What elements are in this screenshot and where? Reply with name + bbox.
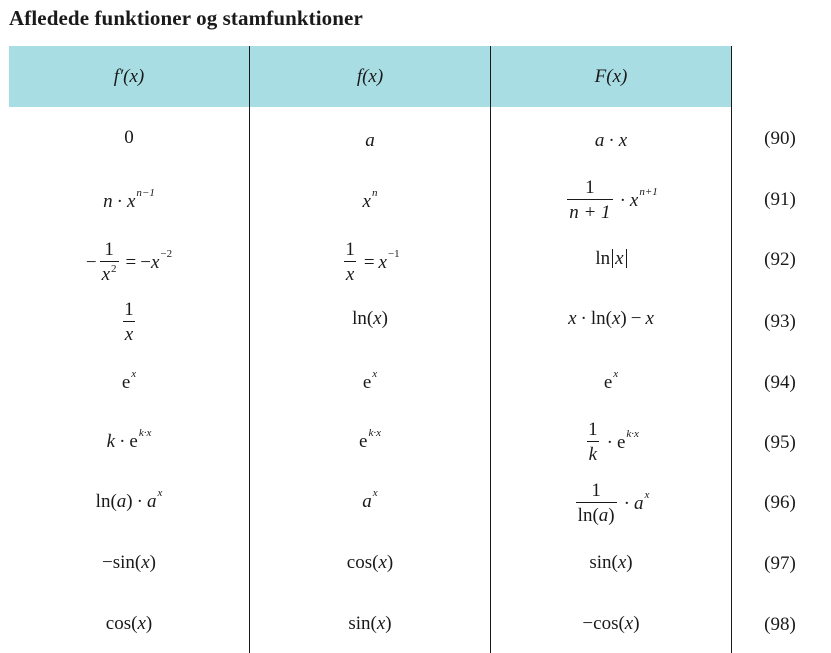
page-title: Afledede funktioner og stamfunktioner bbox=[9, 6, 363, 30]
table-cell-function: ax bbox=[362, 486, 378, 512]
table-cell-function: e k·x bbox=[359, 426, 381, 452]
table-cell-derivative: k · e k·x bbox=[106, 426, 152, 452]
fraction: 1 k bbox=[586, 419, 600, 465]
table-cell-derivative: cos(x) bbox=[105, 612, 153, 634]
fraction: 1 ln(a) bbox=[575, 480, 617, 526]
table-cell-antiderivative: a · x bbox=[594, 129, 628, 151]
equation-number: (92) bbox=[764, 249, 796, 270]
table-cell-function: xn bbox=[362, 186, 378, 212]
equation-number: (93) bbox=[764, 311, 796, 332]
header-antiderivative: F(x) bbox=[594, 66, 628, 87]
table-cell-derivative: − 1 x2 = − x −2 bbox=[85, 239, 173, 285]
table-cell-antiderivative: sin(x) bbox=[589, 551, 633, 573]
table-cell-derivative: ex bbox=[121, 367, 137, 393]
header-derivative: f′(x) bbox=[113, 66, 145, 87]
equation-number: (90) bbox=[764, 128, 796, 149]
table-cell-function: 1 x = x −1 bbox=[343, 239, 400, 285]
fraction: 1 x2 bbox=[99, 239, 119, 285]
table-cell-function: sin(x) bbox=[348, 612, 392, 634]
table-cell-derivative: −sin(x) bbox=[102, 551, 156, 573]
table-cell-function: cos(x) bbox=[346, 551, 394, 573]
table-cell-derivative: 1 x bbox=[9, 294, 249, 350]
table-cell-derivative: ln(a) · a x bbox=[95, 486, 163, 512]
table-cell-antiderivative: 1 ln(a) · a x bbox=[575, 480, 650, 526]
header-function: f(x) bbox=[356, 66, 384, 87]
table-cell-function: ln(x) bbox=[352, 307, 388, 329]
table-cell-derivative: 0 bbox=[124, 126, 134, 148]
table-cell-derivative: n · x n−1 bbox=[103, 186, 155, 212]
table-cell-antiderivative: 1 n + 1 · x n+1 bbox=[567, 177, 658, 223]
equation-number: (96) bbox=[764, 492, 796, 513]
table-cell-antiderivative: x · ln(x) − x bbox=[568, 307, 654, 329]
table-cell-antiderivative: ex bbox=[603, 367, 619, 393]
equation-number: (94) bbox=[764, 372, 796, 393]
equation-number: (97) bbox=[764, 553, 796, 574]
table-cell-antiderivative: 1 k · e k·x bbox=[586, 419, 639, 465]
table-cell-function: ex bbox=[362, 367, 378, 393]
column-divider bbox=[731, 46, 732, 653]
equation-number: (98) bbox=[764, 614, 796, 635]
table-cell-antiderivative: ln x bbox=[491, 238, 731, 278]
fraction: 1 n + 1 bbox=[567, 177, 613, 223]
equation-number: (91) bbox=[764, 189, 796, 210]
equation-number: (95) bbox=[764, 432, 796, 453]
table-cell-function: a bbox=[365, 129, 375, 151]
fraction: 1 x bbox=[343, 239, 357, 285]
absolute-value: x bbox=[612, 248, 627, 268]
fraction: 1 x bbox=[122, 299, 136, 345]
table-cell-antiderivative: −cos(x) bbox=[582, 612, 640, 634]
